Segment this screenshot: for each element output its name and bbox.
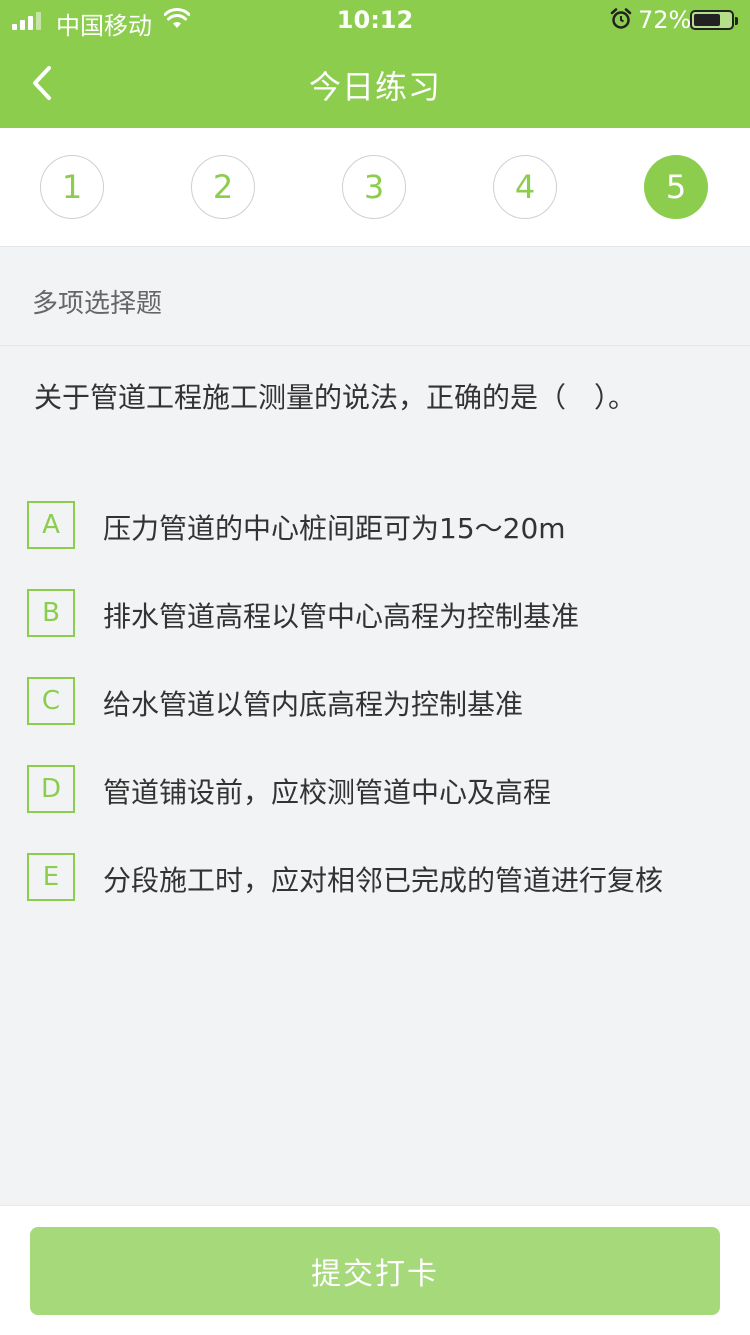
option-a[interactable]: A 压力管道的中心桩间距可为15～20m	[27, 501, 727, 549]
option-a-checkbox[interactable]: A	[27, 501, 75, 549]
page-title: 今日练习	[308, 68, 441, 106]
option-c[interactable]: C 给水管道以管内底高程为控制基准	[27, 677, 727, 725]
option-b[interactable]: B 排水管道高程以管中心高程为控制基准	[27, 589, 727, 637]
option-b-text: 排水管道高程以管中心高程为控制基准	[103, 600, 580, 633]
battery-level-fill	[694, 14, 720, 26]
app-header: 中国移动 10:12 72% 今日练习	[0, 0, 750, 128]
alarm-clock-icon	[610, 8, 632, 29]
option-e-text: 分段施工时，应对相邻已完成的管道进行复核	[103, 864, 664, 897]
option-a-text: 压力管道的中心桩间距可为15～20m	[103, 512, 566, 545]
battery-icon	[690, 10, 738, 30]
question-text: 关于管道工程施工测量的说法，正确的是（ ）。	[34, 381, 637, 414]
section-divider	[0, 345, 750, 346]
option-d[interactable]: D 管道铺设前，应校测管道中心及高程	[27, 765, 727, 813]
option-d-text: 管道铺设前，应校测管道中心及高程	[103, 776, 552, 809]
option-d-checkbox[interactable]: D	[27, 765, 75, 813]
footer-bar: 提交打卡	[0, 1205, 750, 1335]
status-bar: 中国移动 10:12 72%	[0, 0, 750, 40]
battery-percentage: 72%	[638, 6, 692, 34]
option-c-text: 给水管道以管内底高程为控制基准	[103, 688, 524, 721]
step-2-button[interactable]: 2	[191, 155, 255, 219]
step-4-button[interactable]: 4	[493, 155, 557, 219]
question-step-indicator: 1 2 3 4 5	[0, 128, 750, 247]
option-b-checkbox[interactable]: B	[27, 589, 75, 637]
option-c-checkbox[interactable]: C	[27, 677, 75, 725]
step-5-button[interactable]: 5	[644, 155, 708, 219]
submit-checkin-button[interactable]: 提交打卡	[30, 1227, 720, 1315]
navigation-bar: 今日练习	[0, 40, 750, 128]
step-1-button[interactable]: 1	[40, 155, 104, 219]
question-type-label: 多项选择题	[32, 289, 163, 319]
step-3-button[interactable]: 3	[342, 155, 406, 219]
option-e[interactable]: E 分段施工时，应对相邻已完成的管道进行复核	[27, 853, 727, 901]
option-e-checkbox[interactable]: E	[27, 853, 75, 901]
